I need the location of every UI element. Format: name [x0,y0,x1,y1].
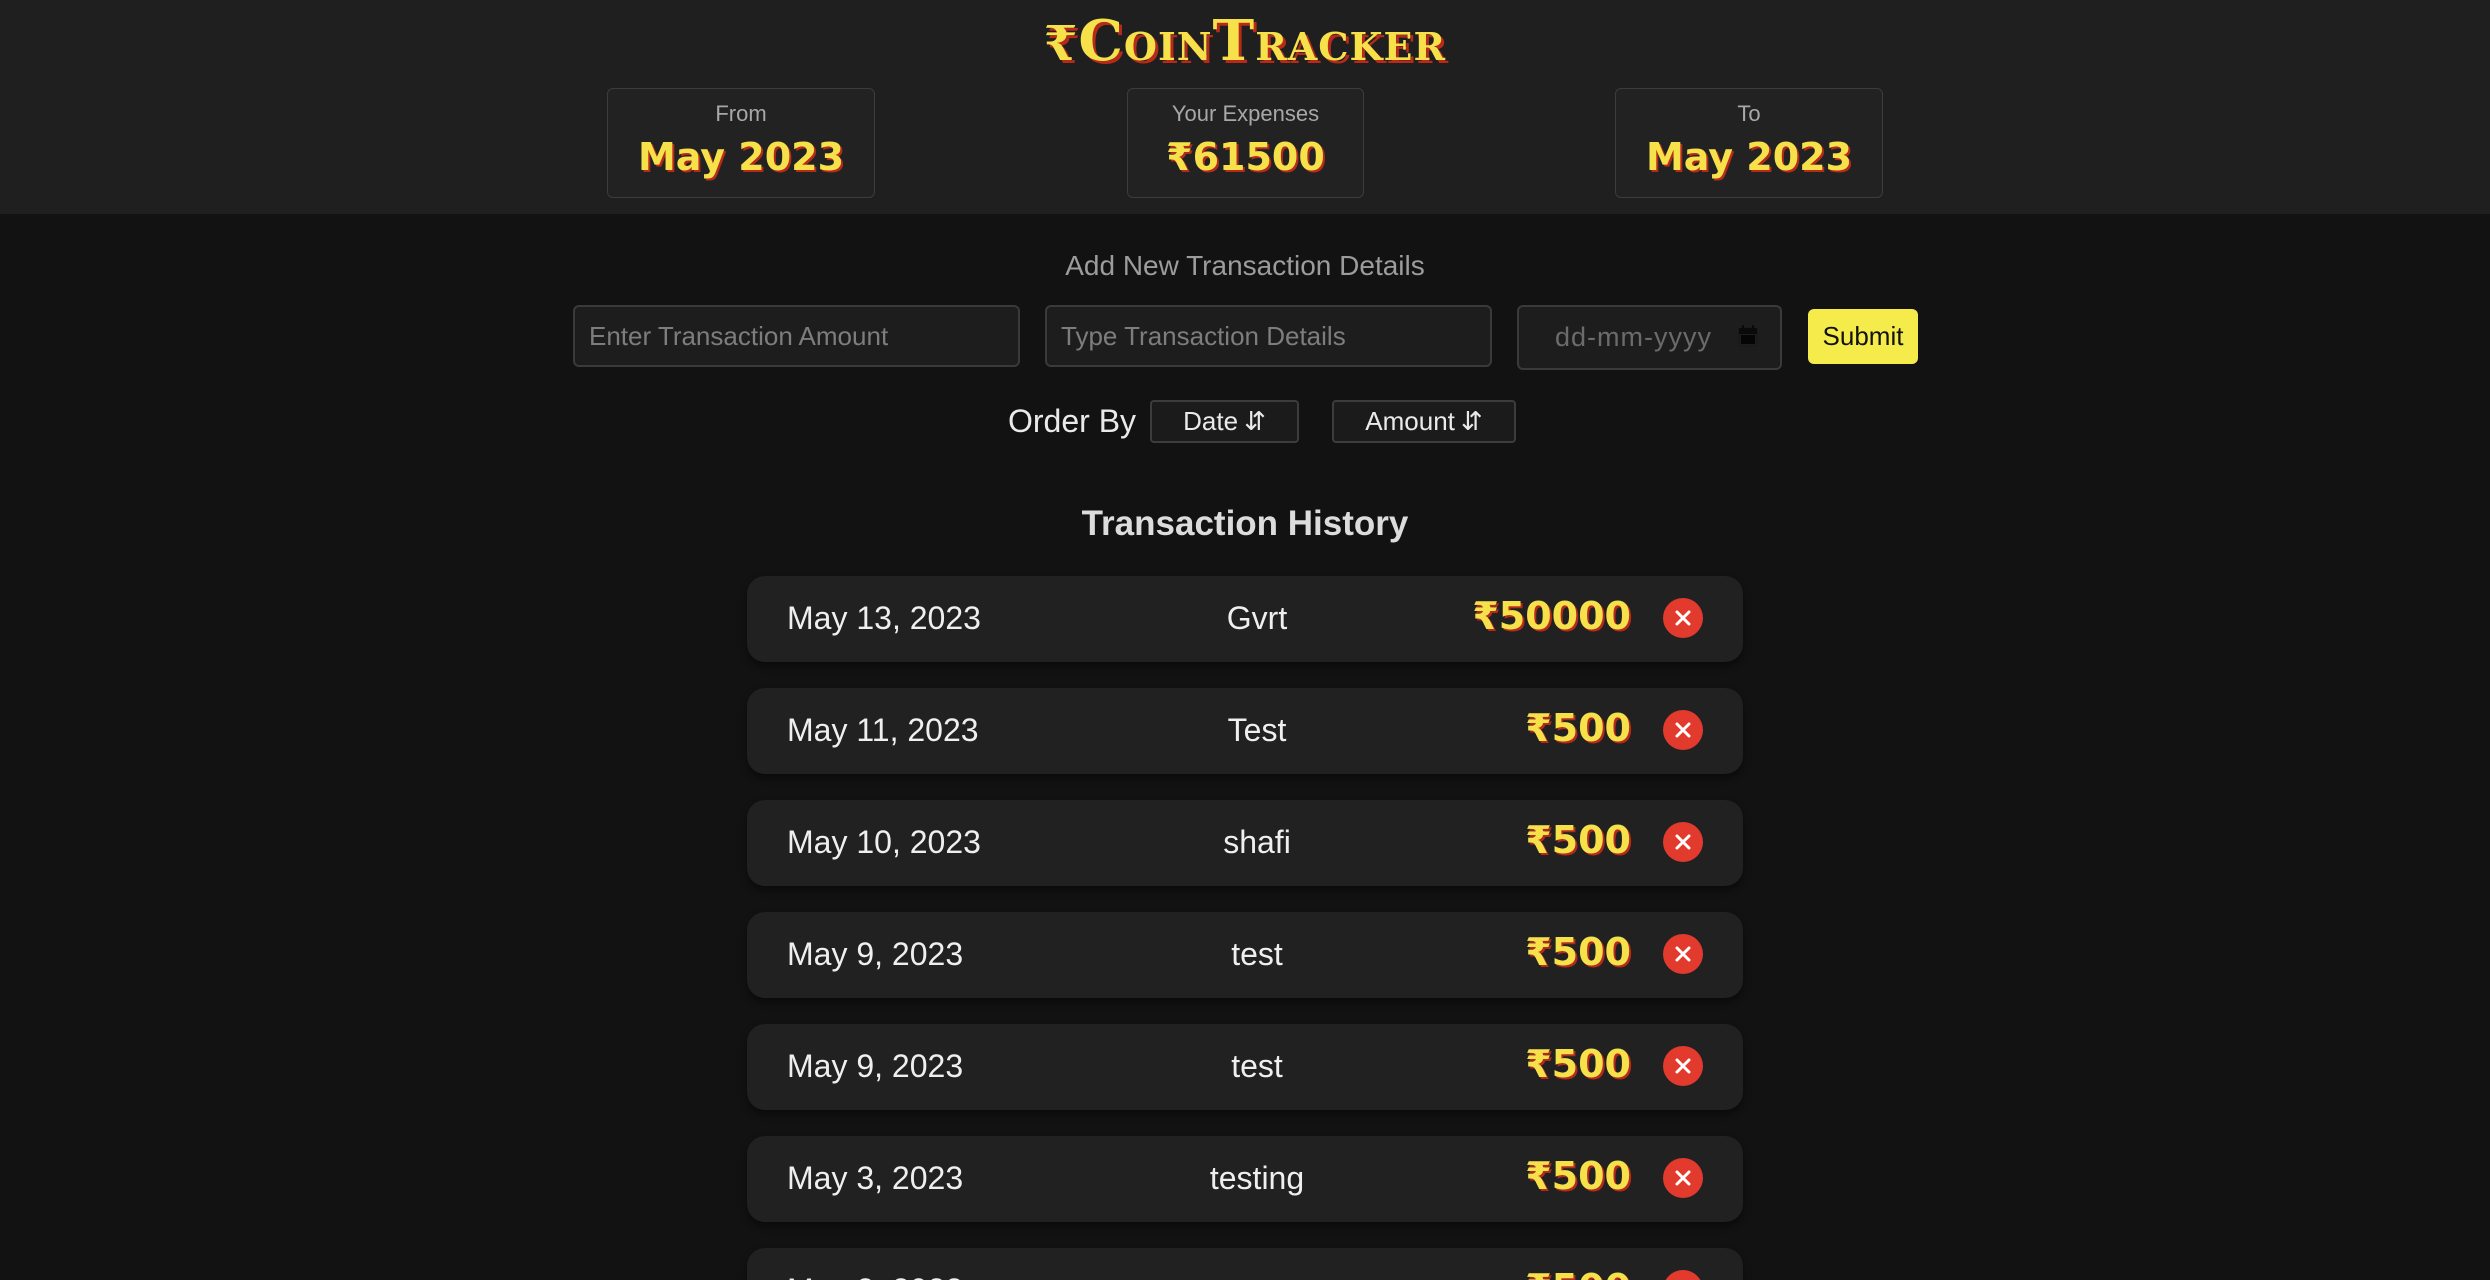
from-label: From [715,101,767,126]
expenses-value: ₹61500 [1166,135,1325,179]
delete-transaction-button[interactable] [1663,822,1703,862]
transaction-amount: ₹500 [1525,1154,1631,1198]
transaction-history-title: Transaction History [1081,504,1409,543]
transaction-row: May 11, 2023 Test ₹500 [747,688,1743,774]
transaction-date: May 10, 2023 [787,824,981,860]
transaction-row: May 3, 2023 testing ₹500 [747,1136,1743,1222]
transaction-detail: test [1047,1272,1467,1280]
transaction-date: May 13, 2023 [787,600,981,636]
from-card: From May 2023 [607,88,875,198]
transaction-amount: ₹50000 [1472,594,1631,638]
sort-icon: ⇵ [1244,406,1266,436]
amount-input[interactable] [573,305,1020,367]
transaction-amount: ₹500 [1525,930,1631,974]
transaction-date: May 11, 2023 [787,712,979,748]
close-icon [1675,1170,1691,1186]
close-icon [1675,722,1691,738]
order-by-amount-button[interactable]: Amount ⇵ [1332,400,1516,443]
order-by-date-label: Date [1183,406,1239,436]
delete-transaction-button[interactable] [1663,710,1703,750]
transaction-date: May 3, 2023 [787,1160,964,1196]
transaction-row: May 9, 2023 test ₹500 [747,1024,1743,1110]
order-by-label: Order By [1008,403,1137,439]
transaction-detail: testing [1209,1160,1305,1196]
header: ₹COINTRACKER From May 2023 Your Expenses… [0,0,2490,214]
close-icon [1675,834,1691,850]
transaction-date: May 2, 2023 [787,1272,963,1280]
transaction-amount: ₹500 [1525,1266,1631,1280]
delete-transaction-button[interactable] [1663,1046,1703,1086]
expenses-card: Your Expenses ₹61500 [1127,88,1364,198]
add-transaction-title: Add New Transaction Details [1065,250,1425,281]
order-by-amount-label: Amount [1365,406,1455,436]
transaction-detail: Test [1227,712,1287,748]
logo-letter-t: T [1212,8,1256,74]
close-icon [1675,610,1691,626]
expenses-label: Your Expenses [1171,101,1320,126]
transaction-detail: Gvrt [1226,600,1288,636]
transaction-amount: ₹500 [1525,818,1631,862]
transaction-amount: ₹500 [1525,706,1631,750]
delete-transaction-button[interactable] [1663,598,1703,638]
transaction-amount: ₹500 [1525,1042,1631,1086]
transaction-row: May 13, 2023 Gvrt ₹50000 [747,576,1743,662]
transaction-date: May 9, 2023 [787,1048,964,1084]
from-value: May 2023 [637,135,845,179]
to-label: To [1737,101,1761,126]
logo-letter-c: C [1078,8,1124,74]
logo-rupee-symbol: ₹ [1043,16,1079,72]
delete-transaction-button[interactable] [1663,934,1703,974]
date-placeholder: dd-mm-yyyy [1555,322,1712,352]
calendar-icon[interactable] [1738,325,1758,347]
transaction-row: May 9, 2023 test ₹500 [747,912,1743,998]
close-icon [1675,946,1691,962]
to-value: May 2023 [1645,135,1853,179]
delete-transaction-button[interactable] [1663,1270,1703,1280]
transaction-detail: shafi [1223,824,1291,860]
to-card: To May 2023 [1615,88,1883,198]
app-logo: ₹COINTRACKER [0,8,2490,74]
order-by-date-button[interactable]: Date ⇵ [1150,400,1299,443]
transaction-detail: test [1231,936,1283,972]
transaction-row: May 2, 2023 test ₹500 [747,1248,1743,1280]
close-icon [1675,1058,1691,1074]
date-input[interactable]: dd-mm-yyyy [1517,305,1782,370]
logo-word-oin: OIN [1123,24,1213,69]
sort-icon: ⇵ [1460,406,1483,436]
details-input[interactable] [1045,305,1492,367]
transaction-detail: test [1231,1048,1283,1084]
logo-word-racker: RACKER [1255,24,1447,69]
transaction-date: May 9, 2023 [787,936,964,972]
submit-button[interactable]: Submit [1808,309,1918,364]
delete-transaction-button[interactable] [1663,1158,1703,1198]
transaction-row: May 10, 2023 shafi ₹500 [747,800,1743,886]
